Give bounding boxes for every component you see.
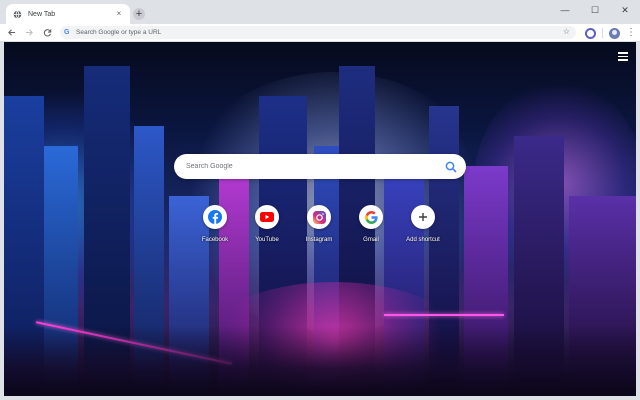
add-shortcut-button[interactable]: Add shortcut (397, 205, 449, 249)
shortcuts-grid: Facebook YouTube Instagram Gmail Add sho… (189, 205, 449, 249)
toolbar: G ☆ ⋮ (0, 24, 640, 42)
reload-button[interactable] (40, 26, 54, 40)
youtube-icon (260, 212, 274, 222)
arrow-right-icon (25, 29, 33, 36)
menu-hamburger-icon[interactable] (618, 52, 628, 61)
shortcut-gmail[interactable]: Gmail (345, 205, 397, 249)
globe-icon (12, 9, 22, 19)
address-bar[interactable]: G ☆ (60, 26, 576, 39)
shortcut-label: Add shortcut (406, 237, 440, 243)
shortcut-instagram[interactable]: Instagram (293, 205, 345, 249)
tab-title: New Tab (28, 10, 56, 18)
search-box[interactable] (174, 154, 466, 179)
back-button[interactable] (4, 26, 18, 40)
extension-icon[interactable] (585, 27, 596, 39)
address-input[interactable] (76, 29, 546, 36)
toolbar-separator (602, 28, 603, 38)
search-icon[interactable] (445, 160, 458, 173)
reload-icon (43, 29, 51, 37)
plus-icon (419, 213, 427, 221)
google-g-icon: G (64, 29, 70, 36)
toolbar-right: ⋮ (585, 26, 636, 40)
tab-strip: New Tab × + — ☐ ✕ (0, 0, 640, 24)
tab-close-icon[interactable]: × (114, 9, 124, 19)
shortcut-facebook[interactable]: Facebook (189, 205, 241, 249)
new-tab-page: Facebook YouTube Instagram Gmail Add sho… (4, 42, 636, 396)
google-icon (364, 210, 378, 224)
more-menu-icon[interactable]: ⋮ (626, 28, 636, 38)
instagram-icon (312, 210, 326, 224)
facebook-icon (208, 210, 222, 224)
tab-new-tab[interactable]: New Tab × (6, 4, 130, 24)
search-input[interactable] (186, 163, 436, 170)
bookmark-star-icon[interactable]: ☆ (563, 27, 570, 36)
forward-button[interactable] (22, 26, 36, 40)
minimize-button[interactable]: — (550, 0, 580, 20)
shortcut-youtube[interactable]: YouTube (241, 205, 293, 249)
close-window-button[interactable]: ✕ (610, 0, 640, 20)
window-controls: — ☐ ✕ (550, 0, 640, 20)
maximize-button[interactable]: ☐ (580, 0, 610, 20)
profile-avatar[interactable] (609, 27, 620, 39)
new-tab-button[interactable]: + (133, 8, 145, 20)
arrow-left-icon (7, 29, 15, 36)
